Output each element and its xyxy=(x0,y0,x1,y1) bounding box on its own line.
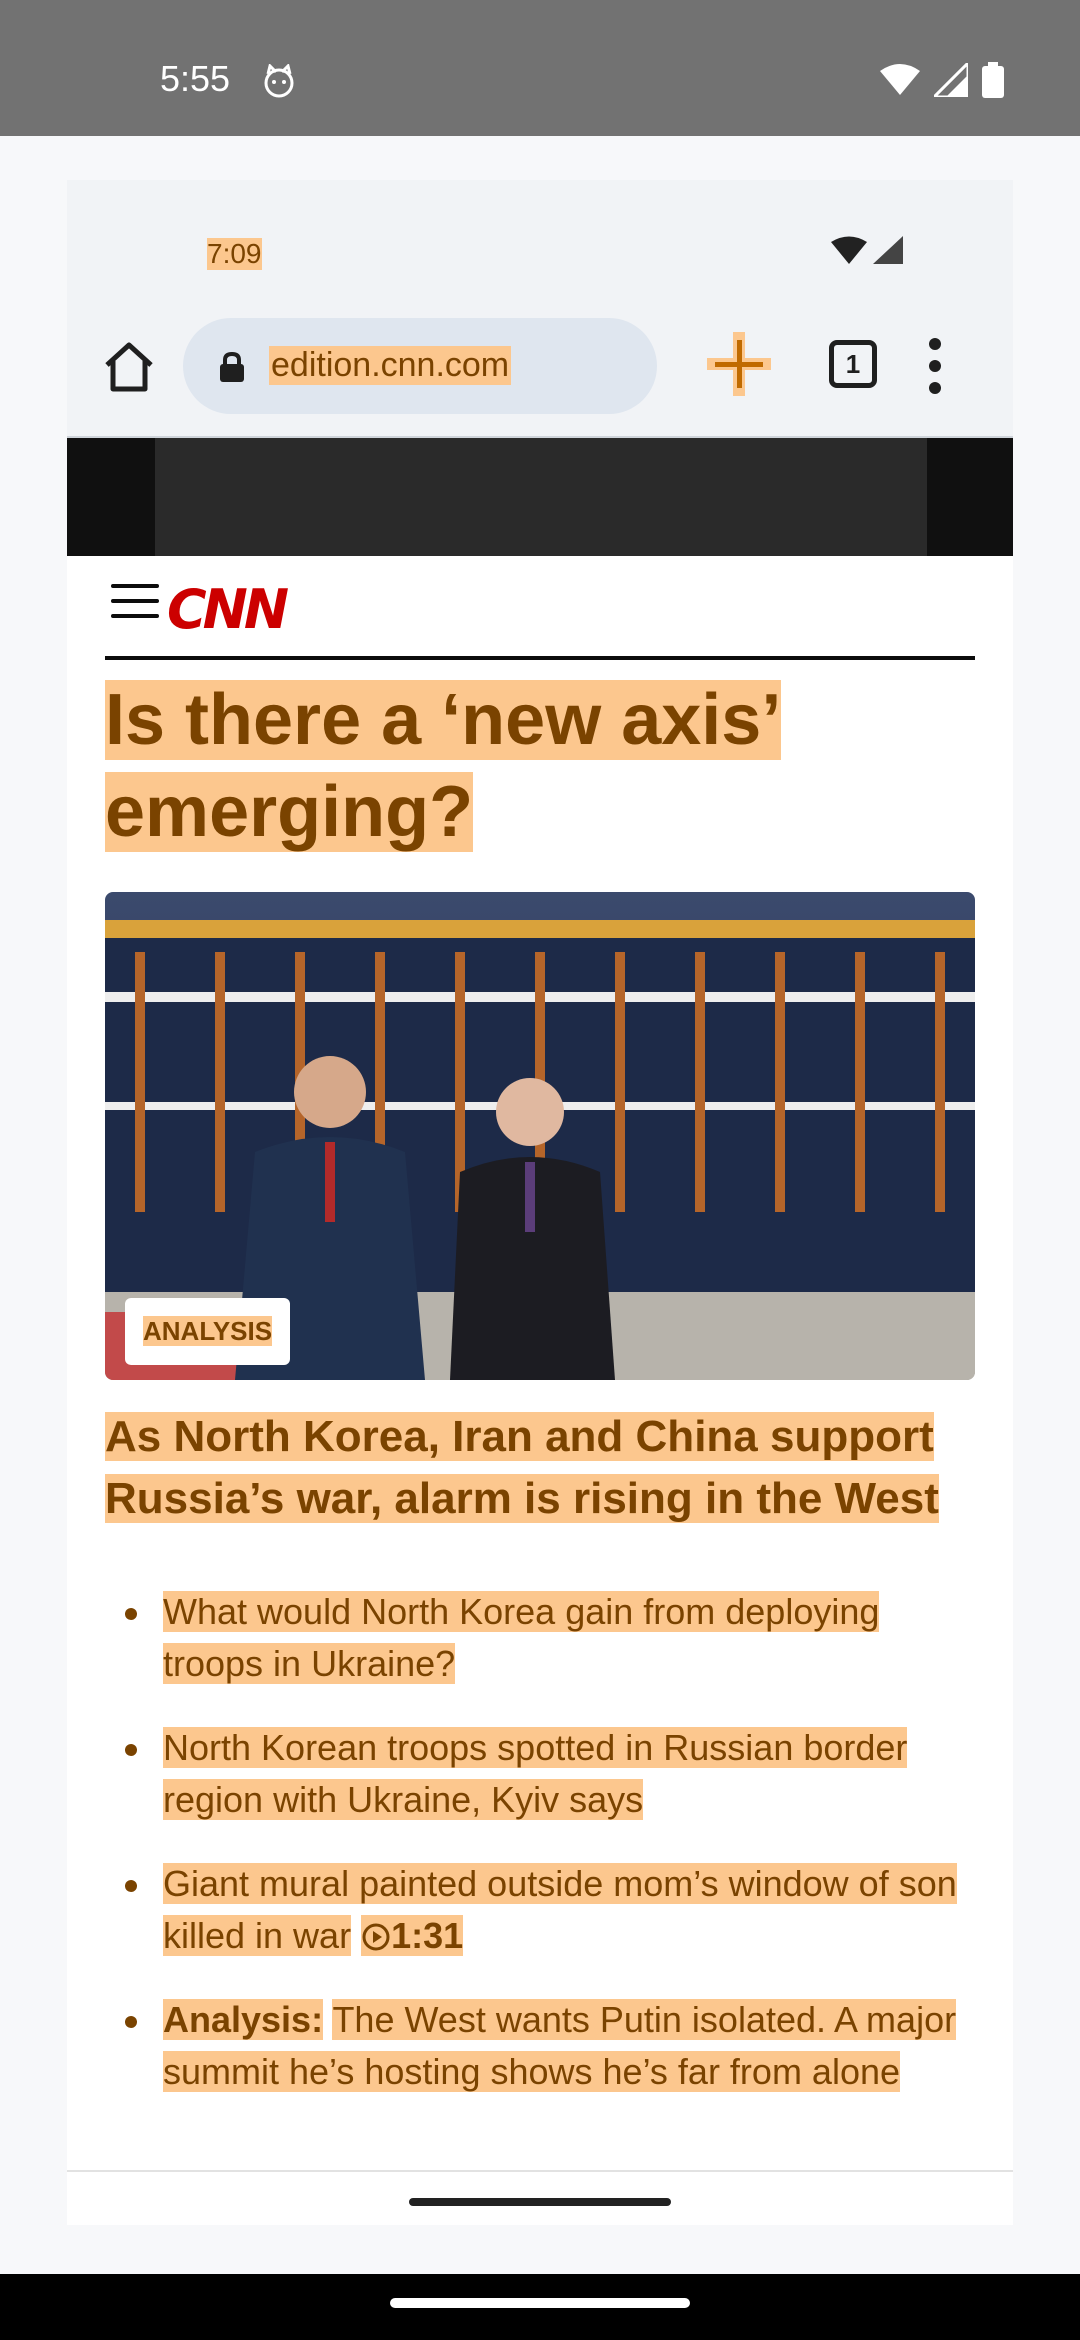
address-bar[interactable]: edition.cnn.com xyxy=(183,318,657,414)
story-subhead[interactable]: As North Korea, Iran and China support R… xyxy=(105,1406,985,1530)
hamburger-menu-icon[interactable] xyxy=(111,584,159,620)
web-page: CNN Is there a ‘new axis’ emerging? ANAL… xyxy=(67,556,1013,2225)
ad-banner[interactable] xyxy=(67,438,1013,556)
list-item-text: North Korean troops spotted in Russian b… xyxy=(163,1727,908,1820)
wifi-icon xyxy=(880,64,920,95)
home-icon[interactable] xyxy=(97,335,161,399)
related-links-list: What would North Korea gain from deployi… xyxy=(125,1586,975,2130)
list-item[interactable]: North Korean troops spotted in Russian b… xyxy=(125,1722,975,1826)
url-text: edition.cnn.com xyxy=(269,346,512,385)
list-item[interactable]: What would North Korea gain from deployi… xyxy=(125,1586,975,1690)
tab-count: 1 xyxy=(845,348,861,379)
video-duration: 1:31 xyxy=(361,1915,464,1956)
hero-image[interactable]: ANALYSIS xyxy=(105,892,975,1380)
inner-status-bar: 7:09 xyxy=(67,180,1013,270)
lock-icon xyxy=(220,352,244,382)
analysis-tag: ANALYSIS xyxy=(125,1298,291,1365)
system-clock: 5:55 xyxy=(160,58,231,99)
cat-icon xyxy=(264,64,294,98)
inner-clock: 7:09 xyxy=(207,238,262,270)
more-vert-icon[interactable] xyxy=(925,336,945,396)
play-circle-icon xyxy=(362,1923,390,1951)
page-headline[interactable]: Is there a ‘new axis’ emerging? xyxy=(105,674,985,858)
ad-banner-content xyxy=(155,438,927,556)
inner-home-indicator xyxy=(409,2198,671,2206)
analysis-prefix: Analysis: xyxy=(163,1999,324,2040)
header-rule xyxy=(105,656,975,660)
battery-icon xyxy=(982,62,1004,98)
inner-nav-divider xyxy=(67,2170,1013,2172)
wifi-icon xyxy=(831,236,867,264)
signal-icon xyxy=(873,236,903,264)
browser-toolbar: edition.cnn.com 1 xyxy=(67,270,1013,438)
tab-switcher-button[interactable]: 1 xyxy=(829,340,877,388)
system-status-bar: 5:55 xyxy=(0,0,1080,136)
list-item-text: What would North Korea gain from deployi… xyxy=(163,1591,880,1684)
list-item-text: Giant mural painted outside mom’s window… xyxy=(163,1863,957,1956)
signal-icon xyxy=(934,63,968,97)
screenshot-card: 7:09 edition.cnn.com 1 CNN Is there a ‘n… xyxy=(67,180,1013,2225)
system-home-indicator[interactable] xyxy=(390,2298,690,2308)
cnn-logo[interactable]: CNN xyxy=(167,578,289,641)
list-item[interactable]: Giant mural painted outside mom’s window… xyxy=(125,1858,975,1962)
list-item[interactable]: Analysis: The West wants Putin isolated.… xyxy=(125,1994,975,2098)
new-tab-plus-icon[interactable] xyxy=(707,332,771,396)
